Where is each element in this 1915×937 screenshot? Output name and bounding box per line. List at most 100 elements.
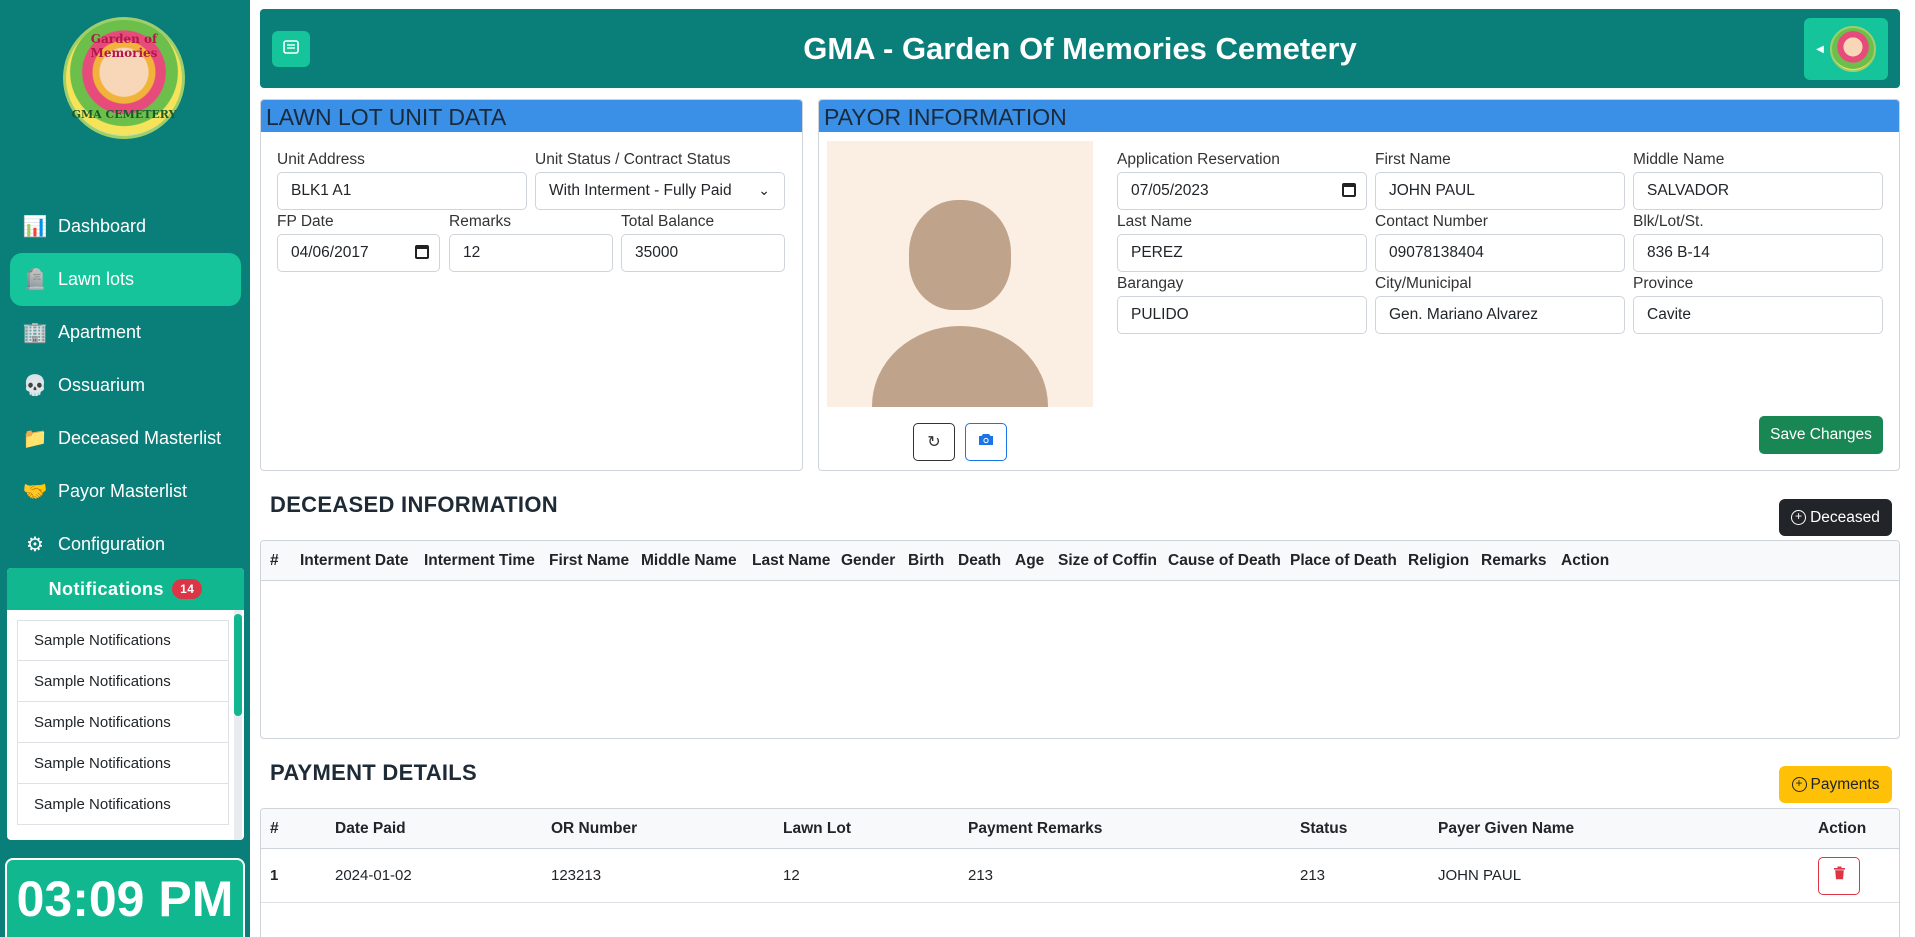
deceased-column-header: Action (1561, 551, 1610, 569)
sidebar-item-deceased-masterlist[interactable]: 📁 Deceased Masterlist (10, 412, 241, 465)
cell-lawn-lot: 12 (783, 867, 800, 884)
notifications-panel: Notifications 14 Sample Notifications Sam… (5, 566, 246, 842)
deceased-column-header: Interment Date (300, 551, 409, 569)
payment-section-title: PAYMENT DETAILS (270, 760, 478, 785)
chevron-down-icon: ⌄ (758, 182, 770, 198)
unit-status-label: Unit Status / Contract Status (535, 151, 731, 168)
application-reservation-value: 07/05/2023 (1131, 182, 1209, 199)
total-balance-input[interactable]: 35000 (621, 234, 785, 272)
city-input[interactable]: Gen. Mariano Alvarez (1375, 296, 1625, 334)
payor-card-heading: PAYOR INFORMATION (819, 100, 1899, 132)
sidebar-item-ossuarium[interactable]: 💀 Ossuarium (10, 359, 241, 412)
cell-or-number: 123213 (551, 867, 602, 884)
remarks-input[interactable]: 12 (449, 234, 613, 272)
notification-item[interactable]: Sample Notifications (17, 661, 229, 702)
cell-no: 1 (270, 867, 279, 884)
payments-column-header: # (270, 819, 279, 837)
notifications-header[interactable]: Notifications 14 (7, 568, 244, 610)
province-label: Province (1633, 275, 1694, 292)
notification-item[interactable]: Sample Notifications (17, 702, 229, 743)
payments-table-body: 1 2024-01-02 123213 12 213 213 JOHN PAUL (261, 849, 1899, 903)
sidebar-item-label: Payor Masterlist (58, 481, 188, 501)
remarks-label: Remarks (449, 213, 512, 230)
delete-payment-button[interactable] (1818, 856, 1860, 895)
plus-circle-icon: + (1791, 777, 1807, 792)
application-reservation-input[interactable]: 07/05/2023 (1117, 172, 1367, 210)
deceased-table-header: # Interment Date Interment Time First Name M… (261, 541, 1899, 581)
calendar-icon[interactable] (1342, 183, 1356, 197)
payor-photo-placeholder (827, 141, 1093, 407)
payments-column-header: Lawn Lot (783, 819, 852, 837)
total-balance-value: 35000 (635, 244, 679, 261)
camera-button[interactable] (965, 423, 1007, 461)
payments-column-header: OR Number (551, 819, 638, 837)
province-value: Cavite (1647, 306, 1691, 323)
calendar-icon[interactable] (415, 245, 429, 259)
last-name-label: Last Name (1117, 213, 1192, 230)
page-title: GMA - Garden Of Memories Cemetery (803, 31, 1357, 66)
sidebar-item-configuration[interactable]: ⚙ Configuration (10, 518, 241, 571)
apartment-icon: 🏢 (22, 322, 48, 344)
dashboard-icon: 📊 (22, 216, 48, 238)
city-label: City/Municipal (1375, 275, 1472, 292)
photo-head-shape (909, 200, 1011, 310)
lawn-lot-card-heading: LAWN LOT UNIT DATA (261, 100, 802, 132)
first-name-input[interactable]: JOHN PAUL (1375, 172, 1625, 210)
lawn-lot-icon: 🪦 (22, 269, 48, 291)
unit-status-select[interactable]: With Interment - Fully Paid ⌄ (535, 172, 785, 210)
blk-lot-input[interactable]: 836 B-14 (1633, 234, 1883, 272)
notification-item[interactable]: Sample Notifications (17, 784, 229, 825)
save-changes-button[interactable]: Save Changes (1759, 416, 1883, 454)
cell-action (1818, 856, 1888, 895)
payments-column-header: Date Paid (335, 819, 406, 837)
contact-number-input[interactable]: 09078138404 (1375, 234, 1625, 272)
deceased-column-header: Age (1015, 551, 1045, 569)
last-name-input[interactable]: PEREZ (1117, 234, 1367, 272)
province-input[interactable]: Cavite (1633, 296, 1883, 334)
payments-table-header: # Date Paid OR Number Lawn Lot Payment Remar… (261, 809, 1899, 849)
barangay-input[interactable]: PULIDO (1117, 296, 1367, 334)
barangay-value: PULIDO (1131, 306, 1189, 323)
payments-column-header: Action (1818, 819, 1867, 837)
fp-date-value: 04/06/2017 (291, 244, 369, 261)
add-deceased-button[interactable]: + Deceased (1779, 499, 1892, 536)
logo-bottom-text: GMA CEMETERY (71, 108, 177, 121)
notifications-count-badge: 14 (172, 579, 203, 599)
sidebar-item-lawn-lots[interactable]: 🪦 Lawn lots (10, 253, 241, 306)
notification-item[interactable]: Sample Notifications (17, 743, 229, 784)
sidebar-item-payor-masterlist[interactable]: 🤝 Payor Masterlist (10, 465, 241, 518)
contact-number-value: 09078138404 (1389, 244, 1484, 261)
sidebar-item-dashboard[interactable]: 📊 Dashboard (10, 200, 241, 253)
payments-column-header: Payment Remarks (968, 819, 1103, 837)
unit-address-value: BLK1 A1 (291, 182, 352, 199)
cell-payer: JOHN PAUL (1438, 867, 1522, 884)
middle-name-input[interactable]: SALVADOR (1633, 172, 1883, 210)
sidebar-item-label: Apartment (58, 322, 142, 342)
profile-menu-button[interactable]: ◀ (1804, 18, 1888, 80)
refresh-photo-button[interactable]: ↻ (913, 423, 955, 461)
add-payment-button[interactable]: + Payments (1779, 766, 1892, 803)
caret-left-icon: ◀ (1816, 43, 1824, 55)
add-deceased-label: Deceased (1810, 508, 1880, 526)
unit-status-value: With Interment - Fully Paid (549, 182, 732, 199)
fp-date-input[interactable]: 04/06/2017 (277, 234, 440, 272)
notifications-scrollbar-thumb[interactable] (234, 614, 242, 716)
sidebar-item-apartment[interactable]: 🏢 Apartment (10, 306, 241, 359)
cell-date-paid: 2024-01-02 (335, 867, 412, 884)
plus-circle-icon: + (1791, 510, 1807, 525)
contact-number-label: Contact Number (1375, 213, 1488, 230)
deceased-column-header: Death (958, 551, 1002, 569)
add-payment-label: Payments (1810, 775, 1880, 793)
trash-icon (1833, 866, 1846, 885)
barangay-label: Barangay (1117, 275, 1184, 292)
notification-item[interactable]: Sample Notifications (17, 620, 229, 661)
total-balance-label: Total Balance (621, 213, 715, 230)
notifications-title: Notifications (48, 578, 165, 599)
deceased-column-header: Size of Coffin (1058, 551, 1158, 569)
deceased-column-header: Place of Death (1290, 551, 1397, 569)
sidebar-item-label: Deceased Masterlist (58, 428, 222, 448)
blk-lot-value: 836 B-14 (1647, 244, 1710, 261)
deceased-column-header: First Name (549, 551, 630, 569)
unit-address-input[interactable]: BLK1 A1 (277, 172, 527, 210)
sidebar-item-label: Dashboard (58, 216, 147, 236)
